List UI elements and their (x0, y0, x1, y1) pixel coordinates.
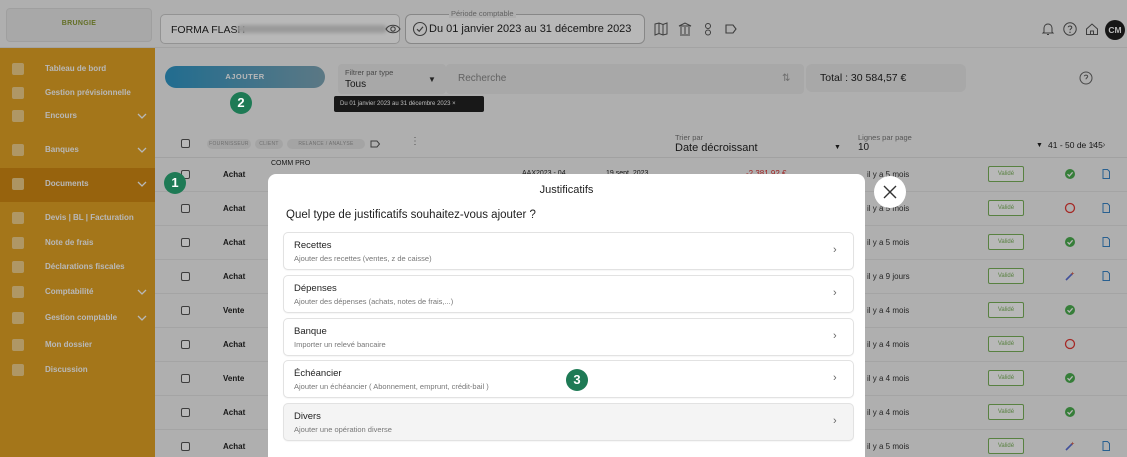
option-depenses[interactable]: Dépenses Ajouter des dépenses (achats, n… (283, 275, 854, 313)
option-description: Ajouter des dépenses (achats, notes de f… (294, 297, 454, 306)
option-description: Importer un relevé bancaire (294, 340, 386, 349)
option-recettes[interactable]: Recettes Ajouter des recettes (ventes, z… (283, 232, 854, 270)
app-window: BRUNGIE FORMA FLASH Période comptable Du… (0, 0, 1127, 457)
chevron-right-icon: › (833, 287, 837, 299)
chevron-right-icon: › (833, 415, 837, 427)
option-title: Divers (294, 411, 321, 422)
chevron-right-icon: › (833, 244, 837, 256)
step-marker-2: 2 (230, 92, 252, 114)
step-marker-1: 1 (164, 172, 186, 194)
close-button[interactable] (874, 176, 906, 208)
chevron-right-icon: › (833, 372, 837, 384)
option-banque[interactable]: Banque Importer un relevé bancaire › (283, 318, 854, 356)
justificatifs-modal: Justificatifs Quel type de justificatifs… (268, 174, 865, 457)
close-icon (883, 185, 897, 199)
chevron-right-icon: › (833, 330, 837, 342)
option-divers[interactable]: Divers Ajouter une opération diverse › (283, 403, 854, 441)
option-title: Échéancier (294, 368, 342, 379)
option-title: Dépenses (294, 283, 337, 294)
option-description: Ajouter des recettes (ventes, z de caiss… (294, 254, 432, 263)
option-title: Recettes (294, 240, 332, 251)
modal-title: Justificatifs (539, 184, 594, 196)
option-title: Banque (294, 326, 327, 337)
step-marker-3: 3 (566, 369, 588, 391)
modal-question: Quel type de justificatifs souhaitez-vou… (286, 209, 536, 221)
option-description: Ajouter une opération diverse (294, 425, 392, 434)
option-description: Ajouter un échéancier ( Abonnement, empr… (294, 382, 489, 391)
